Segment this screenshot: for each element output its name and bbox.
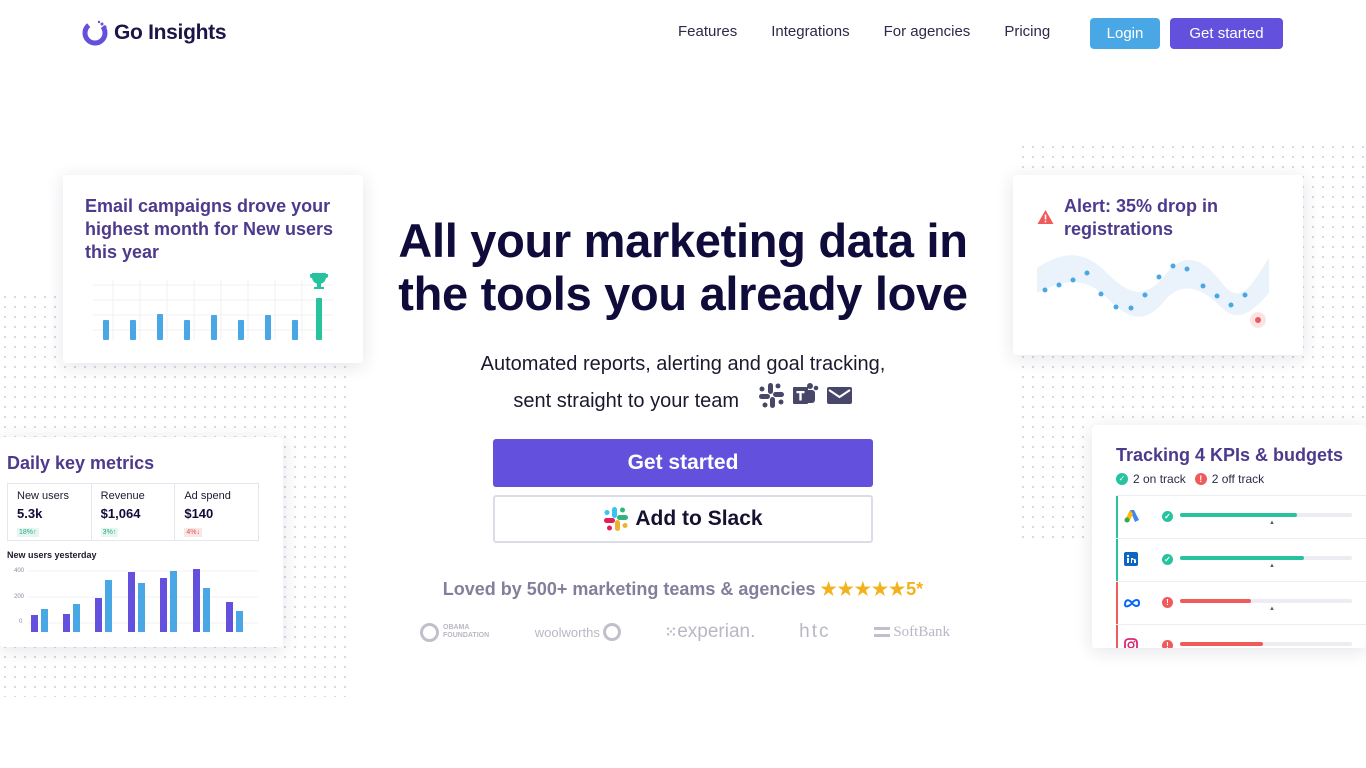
alert-title: Alert: 35% drop in registrations [1064, 196, 1219, 239]
social-proof: Loved by 500+ marketing teams & agencies… [383, 579, 983, 600]
htc-logo: htc [799, 621, 831, 642]
integration-icons [751, 382, 853, 421]
nav-links: Features Integrations For agencies Prici… [678, 23, 1084, 40]
woolworths-mark-icon [602, 623, 621, 641]
experian-logo: ⁙ experian. [664, 621, 756, 642]
alert-card: Alert: 35% drop in registrations [1013, 175, 1303, 355]
login-button[interactable]: Login [1090, 18, 1160, 49]
new-users-bar-chart [28, 569, 258, 632]
alert-circle-icon: ! [1162, 597, 1173, 608]
softbank-mark-icon [874, 627, 891, 637]
daily-metrics-card: Daily key metrics New users 5.3k 18%↑ Re… [0, 437, 283, 647]
trophy-icon [310, 273, 328, 289]
kpi-progress-fill [1180, 513, 1297, 517]
kpi-progress-track [1180, 513, 1352, 517]
slack-color-icon [604, 507, 629, 531]
softbank-logo: SoftBank [874, 624, 950, 641]
nav-link-pricing[interactable]: Pricing [1004, 23, 1050, 40]
add-to-slack-button[interactable]: Add to Slack [493, 495, 873, 543]
kpi-status-summary: ✓ 2 on track ! 2 off track [1116, 472, 1264, 486]
kpi-progress-fill [1180, 599, 1251, 603]
kpi-progress-track [1180, 556, 1352, 560]
nav-get-started-button[interactable]: Get started [1170, 18, 1283, 49]
metric-new-users: New users 5.3k 18%↑ [8, 484, 92, 540]
hero-get-started-button[interactable]: Get started [493, 439, 873, 487]
kpi-row-linkedin: ✓ ▲ [1116, 538, 1366, 581]
experian-dots-icon: ⁙ [664, 624, 677, 641]
kpi-card-title: Tracking 4 KPIs & budgets [1116, 445, 1344, 465]
email-icon [826, 382, 853, 421]
top-navigation: Go Insights Features Integrations For ag… [0, 0, 1366, 68]
kpi-progress-fill [1180, 642, 1263, 646]
y-tick-label: 200 [14, 594, 25, 600]
email-card-title: Email campaigns drove your highest month… [85, 196, 334, 262]
on-track-count: 2 on track [1133, 472, 1186, 486]
go-insights-logo-icon [82, 20, 108, 46]
slack-icon [758, 382, 785, 421]
email-campaign-card: Email campaigns drove your highest month… [63, 175, 363, 363]
kpi-tracking-card: Tracking 4 KPIs & budgets ✓ 2 on track !… [1092, 425, 1366, 648]
hero-subtitle-line1: Automated reports, alerting and goal tra… [480, 353, 886, 375]
alert-circle-icon: ! [1194, 473, 1207, 485]
kpi-row-meta: ! ▲ [1116, 581, 1366, 624]
kpi-row-instagram: !▲ [1116, 624, 1366, 648]
metrics-card-title: Daily key metrics [7, 453, 155, 473]
y-tick-label: 400 [14, 568, 25, 574]
email-card-chart [93, 273, 333, 340]
metric-revenue: Revenue $1,064 3%↑ [92, 484, 176, 540]
hero-subtitle: Automated reports, alerting and goal tra… [383, 346, 983, 421]
off-track-count: 2 off track [1211, 472, 1265, 486]
metrics-table: New users 5.3k 18%↑ Revenue $1,064 3%↑ A… [7, 483, 259, 541]
brand-logo[interactable]: Go Insights [82, 20, 227, 46]
instagram-icon [1124, 638, 1138, 648]
metric-label: Ad spend [184, 490, 231, 502]
hero-subtitle-line2: sent straight to your team [513, 389, 740, 412]
kpi-progress-track [1180, 599, 1352, 603]
kpi-target-marker-icon: ▲ [1269, 520, 1275, 526]
hero-subtitle-line2-row: sent straight to your team [383, 382, 983, 421]
woolworths-logo: woolworths [535, 623, 621, 641]
kpi-progress-track [1180, 642, 1352, 646]
metric-ad-spend: Ad spend $140 4%↓ [175, 484, 258, 540]
google-ads-icon [1124, 509, 1140, 528]
alert-circle-icon: ! [1162, 640, 1173, 648]
rating-value: 5* [906, 579, 924, 599]
obama-foundation-mark-icon [420, 622, 439, 642]
check-circle-icon: ✓ [1162, 511, 1173, 522]
kpi-target-marker-icon: ▲ [1269, 606, 1275, 612]
meta-icon [1123, 595, 1141, 613]
metric-value: $1,064 [100, 506, 141, 521]
add-to-slack-label: Add to Slack [635, 507, 763, 530]
social-proof-text: Loved by 500+ marketing teams & agencies [442, 579, 816, 599]
hero-title: All your marketing data in the tools you… [398, 214, 968, 320]
nav-link-features[interactable]: Features [678, 23, 737, 40]
metric-label: New users [17, 490, 69, 502]
five-star-rating-icon: ★★★★★ [820, 579, 907, 599]
mini-chart-title: New users yesterday [7, 550, 97, 560]
metric-value: 5.3k [17, 506, 43, 521]
metric-value: $140 [184, 506, 214, 521]
kpi-target-marker-icon: ▲ [1269, 563, 1275, 569]
check-circle-icon: ✓ [1116, 473, 1128, 485]
warning-icon [1037, 210, 1054, 224]
alert-sparkline [1037, 255, 1269, 328]
brand-name: Go Insights [114, 21, 227, 44]
customer-logos: OBAMA FOUNDATION woolworths ⁙ experian. … [420, 618, 950, 646]
metric-label: Revenue [100, 490, 145, 502]
teams-icon [792, 382, 819, 421]
kpi-row-google-ads: ✓ ▲ [1116, 495, 1366, 538]
metric-change-badge: 3%↑ [100, 528, 119, 537]
check-circle-icon: ✓ [1162, 554, 1173, 565]
y-tick-label: 0 [19, 619, 23, 625]
nav-link-integrations[interactable]: Integrations [771, 23, 849, 40]
metric-change-badge: 4%↓ [184, 528, 202, 537]
metric-change-badge: 18%↑ [17, 528, 39, 537]
nav-link-for-agencies[interactable]: For agencies [884, 23, 971, 40]
linkedin-icon [1124, 552, 1138, 571]
obama-foundation-logo: OBAMA FOUNDATION [420, 622, 491, 642]
kpi-progress-fill [1180, 556, 1304, 560]
